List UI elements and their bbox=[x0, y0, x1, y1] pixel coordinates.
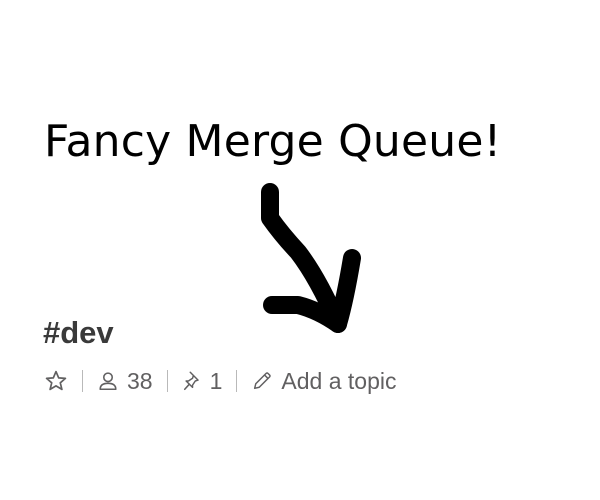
pencil-icon bbox=[254, 372, 272, 390]
pinned-items-button[interactable]: 1 bbox=[182, 367, 223, 395]
channel-details-row: 38 1 Add a topic bbox=[44, 366, 396, 396]
add-topic-button[interactable]: Add a topic bbox=[251, 368, 396, 395]
pin-count: 1 bbox=[209, 367, 223, 394]
annotation-text: Fancy Merge Queue! bbox=[44, 116, 502, 167]
hand-drawn-arrow bbox=[261, 183, 361, 333]
member-icon bbox=[99, 372, 117, 391]
member-count: 38 bbox=[127, 367, 153, 394]
separator bbox=[166, 370, 168, 392]
star-channel-button[interactable] bbox=[44, 369, 68, 393]
separator bbox=[236, 370, 238, 392]
separator bbox=[82, 370, 83, 392]
add-topic-label: Add a topic bbox=[281, 367, 397, 394]
members-button[interactable]: 38 bbox=[97, 368, 153, 395]
star-icon bbox=[45, 370, 67, 391]
pin-icon bbox=[183, 371, 199, 391]
channel-name[interactable]: #dev bbox=[43, 313, 114, 353]
